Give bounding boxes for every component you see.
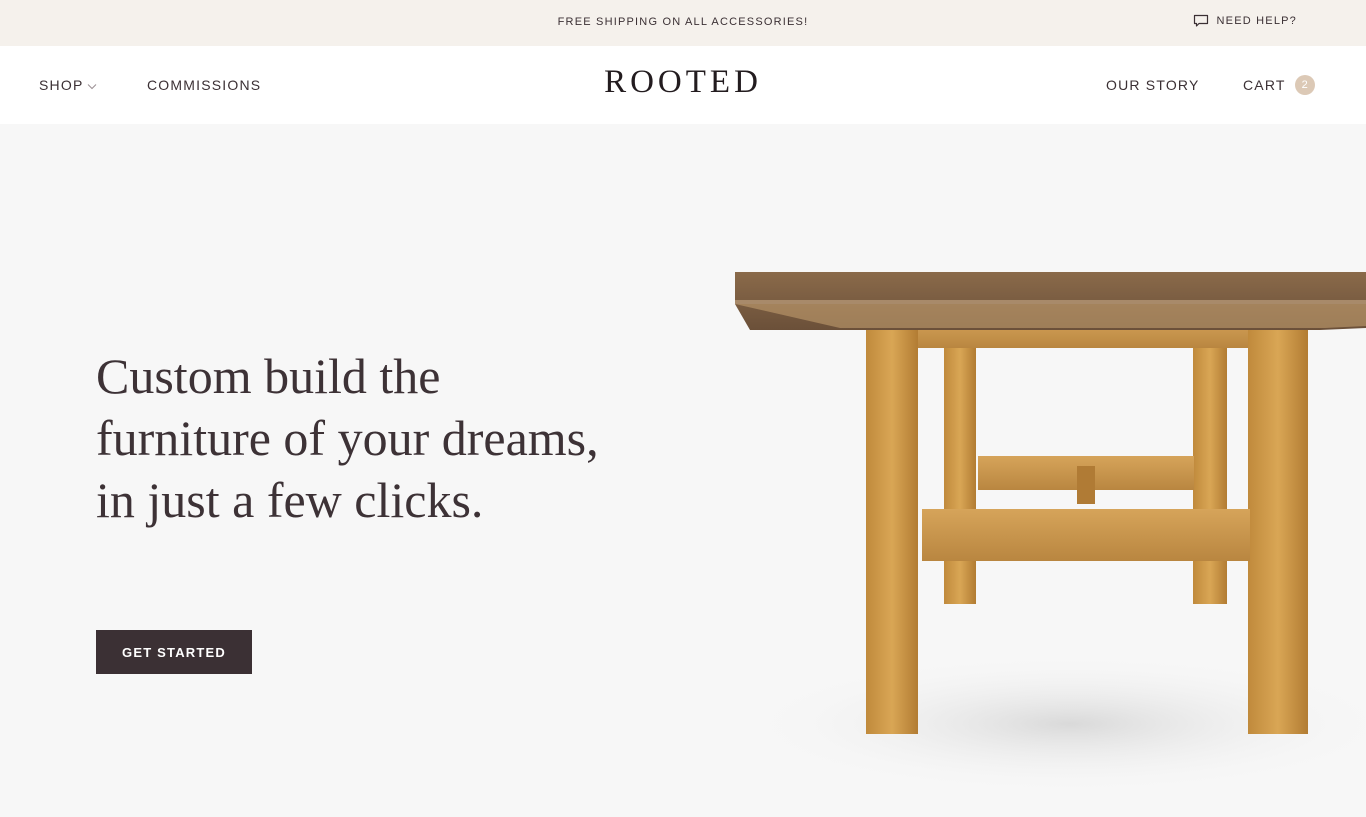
chat-bubble-icon [1193,14,1209,28]
hero-headline: Custom build the furniture of your dream… [96,348,599,528]
hero-section: Custom build the furniture of your dream… [0,124,1366,817]
get-started-button[interactable]: GET STARTED [96,630,252,674]
nav-cart[interactable]: CART 2 [1243,75,1315,95]
announcement-bar: FREE SHIPPING ON ALL ACCESSORIES! NEED H… [0,0,1366,46]
cart-label: CART [1243,77,1286,93]
nav-our-story[interactable]: OUR STORY [1106,77,1200,93]
table-image [735,272,1366,794]
main-navigation: SHOP COMMISSIONS ROOTED OUR STORY CART 2 [0,46,1366,124]
need-help-label: NEED HELP? [1216,15,1297,27]
cart-count-badge: 2 [1294,75,1315,95]
announcement-text: FREE SHIPPING ON ALL ACCESSORIES! [557,16,809,28]
need-help-link[interactable]: NEED HELP? [1193,14,1297,28]
